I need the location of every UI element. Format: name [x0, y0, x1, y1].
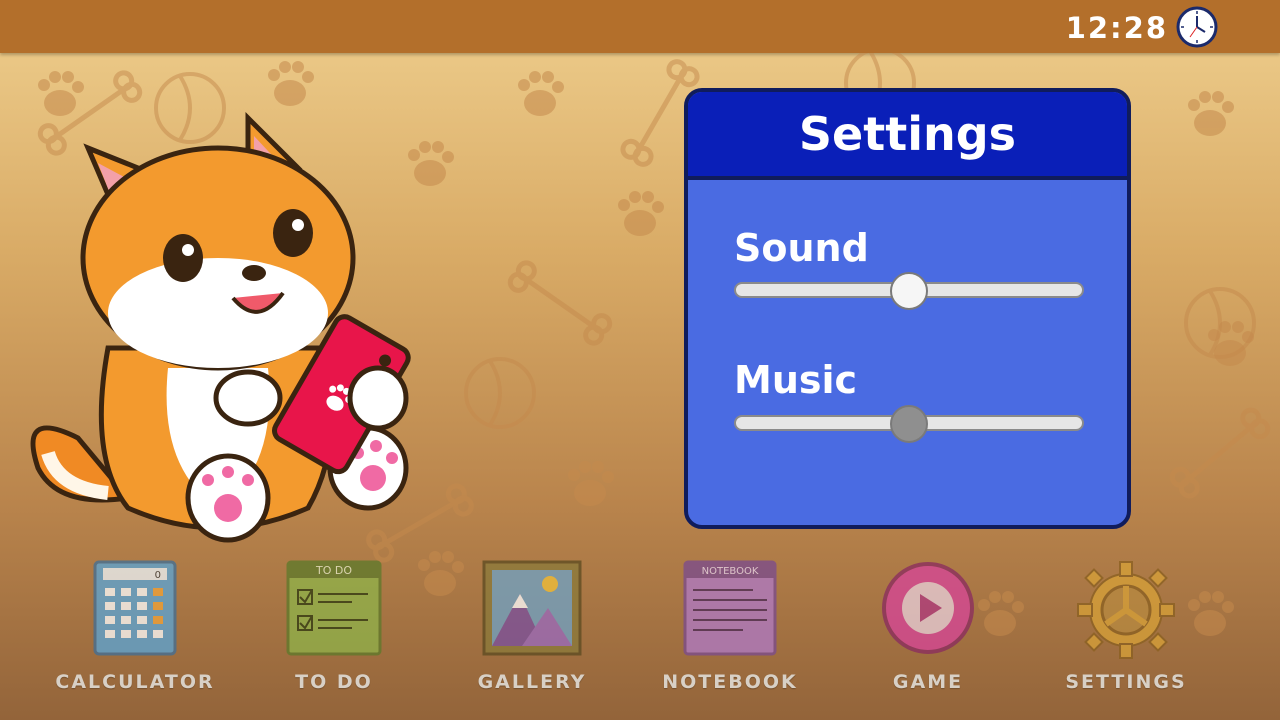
dock-settings[interactable]: SETTINGS	[1041, 560, 1211, 720]
music-label: Music	[734, 358, 858, 402]
status-bar: 12:28	[0, 0, 1280, 53]
notebook-header: NOTEBOOK	[702, 566, 759, 577]
settings-panel: Settings Sound Music	[684, 88, 1131, 529]
dock-label-todo: TO DO	[295, 671, 373, 693]
analog-clock-icon	[1176, 6, 1218, 48]
clock-time: 12:28	[1065, 11, 1168, 45]
sound-label: Sound	[734, 226, 869, 270]
dock-label-game: GAME	[892, 671, 964, 693]
dock-label-gallery: GALLERY	[477, 671, 587, 693]
dock-gallery[interactable]: GALLERY	[447, 560, 617, 720]
play-icon	[882, 562, 974, 654]
calculator-icon: 0	[93, 560, 177, 656]
shiba-dog-mascot	[30, 111, 411, 543]
todo-list-icon: TO DO	[286, 560, 382, 656]
settings-title: Settings	[688, 92, 1127, 180]
dock-label-calculator: CALCULATOR	[55, 671, 215, 693]
sound-slider[interactable]	[734, 272, 1084, 310]
music-slider[interactable]	[734, 405, 1084, 443]
todo-header: TO DO	[315, 564, 352, 577]
dock-notebook[interactable]: NOTEBOOK NOTEBOOK	[645, 560, 815, 720]
music-slider-knob[interactable]	[890, 405, 928, 443]
dock-calculator[interactable]: 0 CALCULATOR	[50, 560, 220, 720]
dock-label-notebook: NOTEBOOK	[662, 671, 798, 693]
notebook-icon: NOTEBOOK	[683, 560, 777, 656]
dock-label-settings: SETTINGS	[1065, 671, 1187, 693]
dock-todo[interactable]: TO DO TO DO	[249, 560, 419, 720]
sound-slider-knob[interactable]	[890, 272, 928, 310]
gear-icon	[1077, 561, 1175, 659]
dock-game[interactable]: GAME	[843, 560, 1013, 720]
calculator-display: 0	[155, 570, 161, 581]
gallery-icon	[482, 560, 582, 656]
